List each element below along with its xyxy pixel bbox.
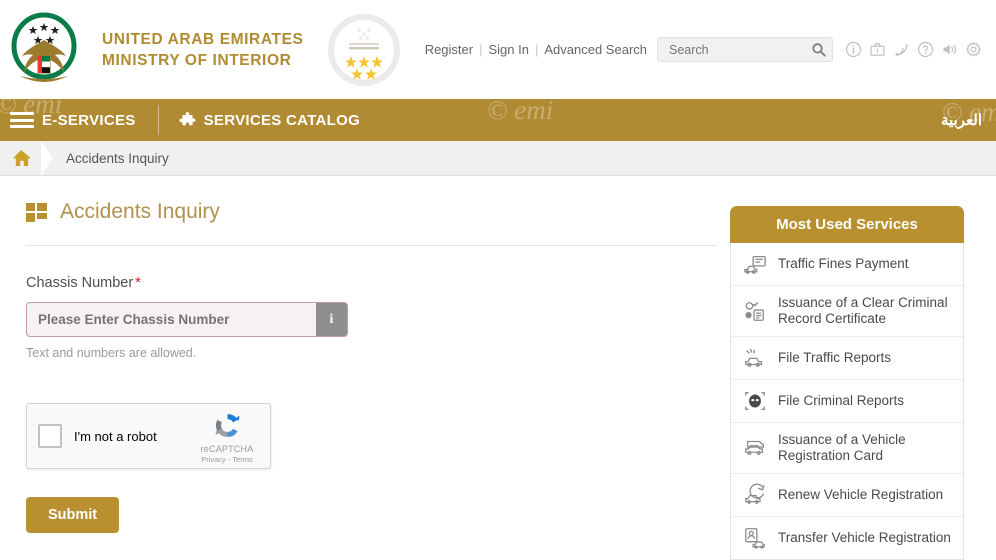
recaptcha-branding: reCAPTCHA Privacy - Terms (195, 409, 259, 464)
sidebar-item-label: Issuance of a Clear Criminal Record Cert… (778, 295, 948, 326)
recaptcha-logo-icon (214, 413, 240, 437)
uae-moi-emblem-icon (8, 10, 80, 90)
traffic-fines-icon (744, 255, 766, 274)
search-input[interactable] (667, 41, 811, 58)
required-asterisk: * (135, 274, 142, 291)
sound-icon[interactable] (941, 41, 958, 58)
main-content: Accidents Inquiry Chassis Number* i Text… (0, 176, 716, 560)
criminal-report-icon (745, 392, 765, 410)
chassis-info-button[interactable]: i (316, 303, 347, 336)
org-line-2: MINISTRY OF INTERIOR (102, 51, 292, 69)
sidebar-item-transfer-vehicle-registration[interactable]: Transfer Vehicle Registration (731, 517, 963, 559)
breadcrumb-separator-icon (41, 140, 53, 176)
recaptcha-brand-name: reCAPTCHA (200, 443, 254, 454)
gear-icon[interactable] (965, 41, 982, 58)
sidebar-item-vehicle-registration-card[interactable]: Issuance of a Vehicle Registration Card (731, 423, 963, 474)
page-title-row: Accidents Inquiry (26, 200, 716, 224)
sidebar-item-file-traffic-reports[interactable]: File Traffic Reports (731, 337, 963, 380)
watermark-center: © emi (487, 99, 554, 125)
puzzle-piece-icon (179, 111, 196, 125)
advanced-search-link[interactable]: Advanced Search (544, 42, 647, 57)
chassis-number-label-text: Chassis Number (26, 275, 134, 291)
nav-item-services-catalog-label: SERVICES CATALOG (203, 111, 361, 129)
sidebar-item-label: File Traffic Reports (778, 350, 892, 365)
recaptcha-terms[interactable]: Privacy - Terms (195, 455, 259, 464)
renew-registration-icon (745, 483, 765, 504)
sidebar-item-label: Traffic Fines Payment (778, 256, 909, 271)
submit-button[interactable]: Submit (26, 497, 120, 533)
title-divider (26, 245, 716, 246)
recaptcha-label: I'm not a robot (74, 428, 157, 444)
sidebar-item-label: Renew Vehicle Registration (778, 487, 944, 502)
chassis-number-input[interactable] (27, 303, 316, 336)
header-icon-row (845, 41, 982, 58)
register-link[interactable]: Register (425, 42, 473, 57)
search-icon[interactable] (811, 41, 826, 58)
chassis-number-field-group[interactable]: i (26, 302, 348, 337)
sidebar-item-label: Issuance of a Vehicle Registration Card (778, 432, 906, 463)
main-navigation: © emi © emi © emi E-SERVICES SERVICES CA… (0, 99, 996, 141)
chassis-helper-text: Text and numbers are allowed. (26, 346, 197, 360)
organization-name: UNITED ARAB EMIRATES MINISTRY OF INTERIO… (102, 29, 303, 71)
chassis-number-label: Chassis Number * (26, 274, 716, 291)
language-toggle-arabic[interactable]: العربية (927, 99, 996, 141)
sidebar-title: Most Used Services (730, 206, 964, 243)
most-used-services-panel: Most Used Services Traffic Fines Payment (730, 206, 964, 560)
sidebar-item-label: Transfer Vehicle Registration (778, 530, 951, 545)
briefcase-icon[interactable] (869, 41, 886, 58)
grid-squares-icon (26, 202, 47, 222)
sidebar-item-traffic-fines-payment[interactable]: Traffic Fines Payment (731, 243, 963, 286)
home-icon (13, 150, 31, 166)
criminal-record-certificate-icon (745, 301, 764, 321)
sign-in-link[interactable]: Sign In (489, 42, 529, 57)
rss-icon[interactable] (893, 41, 910, 58)
sidebar-list: Traffic Fines Payment Issuance of a Clea… (730, 243, 964, 560)
help-icon[interactable] (917, 41, 934, 58)
five-star-rating-seal-icon (325, 12, 403, 88)
recaptcha-widget[interactable]: I'm not a robot reCAPTCHA Privacy - Term… (26, 403, 271, 469)
link-separator-2: | (534, 42, 539, 57)
breadcrumb-current-page: Accidents Inquiry (66, 150, 169, 166)
traffic-report-icon (745, 348, 763, 367)
recaptcha-checkbox[interactable] (38, 424, 62, 448)
nav-item-services-catalog[interactable]: SERVICES CATALOG (159, 99, 380, 141)
page-title: Accidents Inquiry (60, 200, 220, 223)
page-body: Accidents Inquiry Chassis Number* i Text… (0, 176, 996, 560)
sidebar-item-clear-criminal-record-certificate[interactable]: Issuance of a Clear Criminal Record Cert… (731, 286, 963, 337)
hamburger-menu-icon[interactable] (10, 112, 34, 128)
link-separator-1: | (479, 42, 483, 57)
nav-item-eservices-label: E-SERVICES (42, 111, 136, 129)
sidebar-item-renew-vehicle-registration[interactable]: Renew Vehicle Registration (731, 474, 963, 517)
vehicle-registration-card-icon (745, 440, 764, 455)
site-header: UNITED ARAB EMIRATES MINISTRY OF INTERIO… (0, 0, 996, 99)
info-icon[interactable] (845, 41, 862, 58)
auth-links: Register | Sign In | Advanced Search (425, 42, 647, 57)
sidebar-item-label: File Criminal Reports (778, 393, 905, 408)
nav-item-eservices[interactable]: E-SERVICES (0, 99, 158, 141)
header-utilities: Register | Sign In | Advanced Search (425, 37, 982, 62)
brand-block[interactable]: UNITED ARAB EMIRATES MINISTRY OF INTERIO… (8, 10, 403, 90)
sidebar-item-file-criminal-reports[interactable]: File Criminal Reports (731, 380, 963, 423)
breadcrumb: Accidents Inquiry (0, 140, 996, 176)
search-box[interactable] (657, 37, 833, 62)
org-line-1: UNITED ARAB EMIRATES (102, 30, 304, 48)
breadcrumb-home-link[interactable] (0, 141, 42, 176)
